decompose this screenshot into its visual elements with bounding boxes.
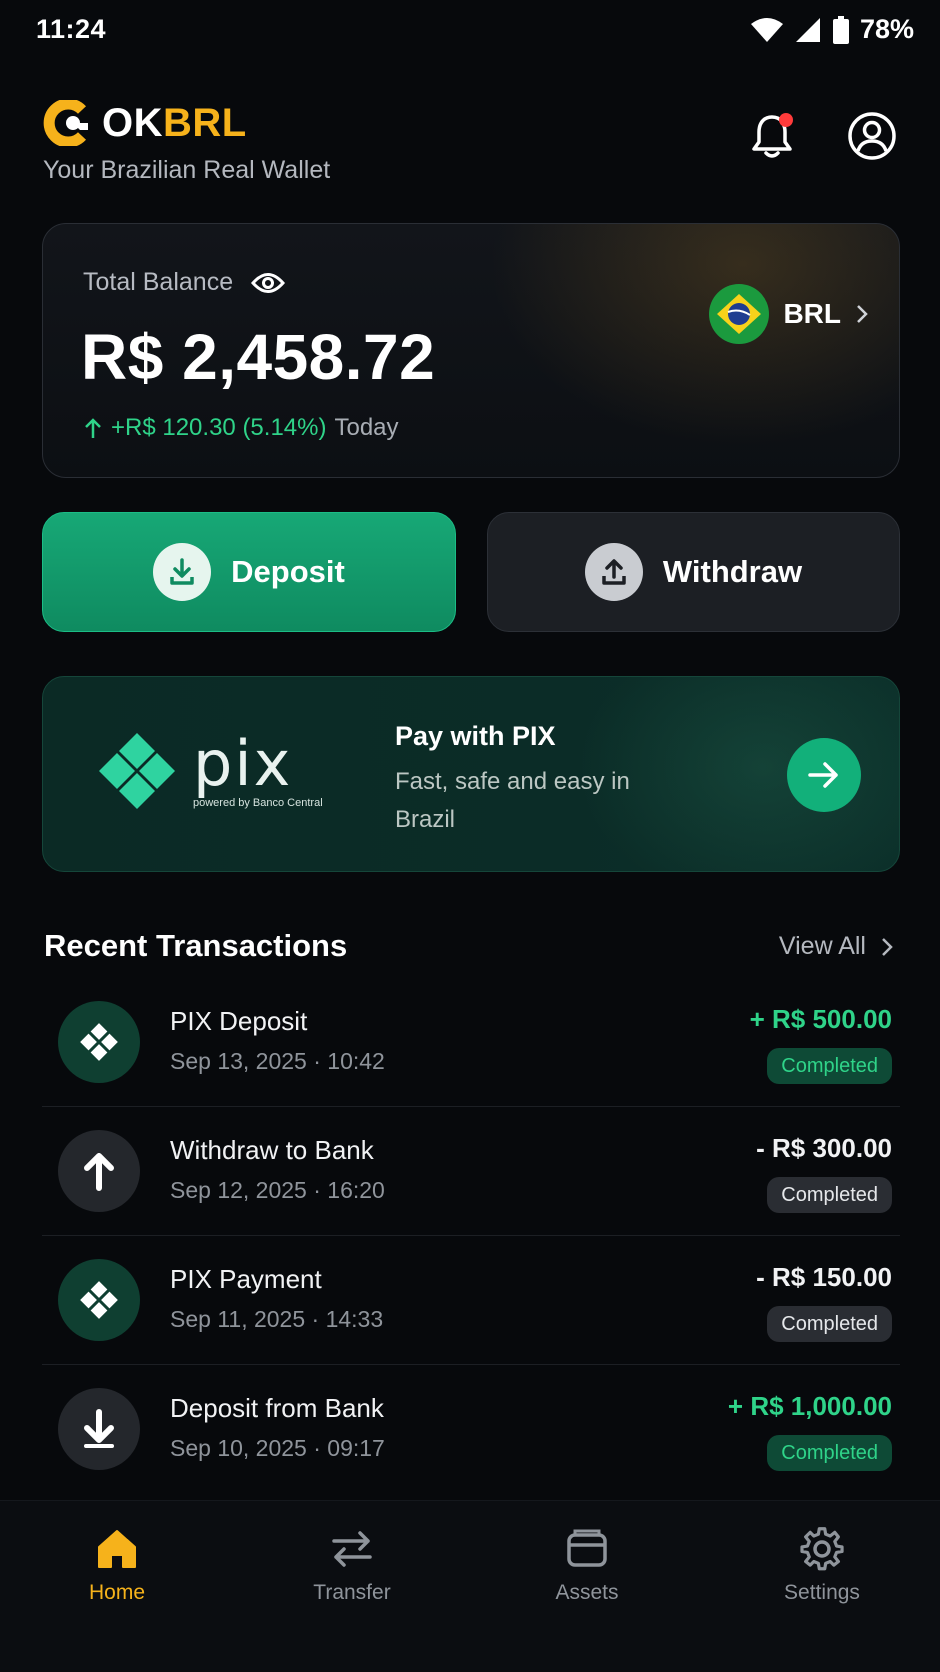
status-time: 11:24 <box>36 14 107 44</box>
brand-name-part2: BRL <box>163 100 247 145</box>
view-all-link[interactable]: View All <box>779 932 894 961</box>
arrow-right-icon <box>808 762 838 788</box>
transaction-date: Sep 10, 2025 · 09:17 <box>170 1435 385 1461</box>
withdraw-label: Withdraw <box>662 554 803 589</box>
okbrl-logo-icon <box>43 100 88 146</box>
transaction-amount: - R$ 150.00 <box>756 1262 892 1292</box>
pix-description: Fast, safe and easy in Brazil <box>395 768 630 833</box>
home-icon <box>98 1530 136 1568</box>
balance-amount: R$ 2,458.72 <box>81 321 436 393</box>
view-all-label: View All <box>778 932 866 960</box>
nav-transfer[interactable]: Transfer <box>272 1527 432 1605</box>
status-badge: Completed <box>767 1306 892 1342</box>
pix-word: pix <box>193 727 293 800</box>
pix-wordmark: pix powered by Banco Central <box>193 727 323 810</box>
user-circle-icon <box>848 112 896 160</box>
balance-change: +R$ 120.30 (5.14%) Today <box>83 414 399 442</box>
nav-transfer-label: Transfer <box>313 1581 391 1604</box>
wifi-icon <box>750 17 783 42</box>
tagline: Your Brazilian Real Wallet <box>43 156 331 184</box>
status-badge: Completed <box>767 1435 892 1471</box>
balance-label: Total Balance <box>83 268 234 296</box>
pix-logo: pix powered by Banco Central <box>95 729 323 813</box>
nav-home[interactable]: Home <box>37 1527 197 1605</box>
bell-icon <box>752 113 793 158</box>
balance-label-row: Total Balance <box>83 268 286 297</box>
eye-icon[interactable] <box>251 272 286 294</box>
balance-change-amount: +R$ 120.30 (5.14%) <box>111 414 327 441</box>
pix-powered-by: powered by Banco Central <box>193 797 323 809</box>
deposit-icon <box>153 543 212 601</box>
balance-change-period: Today <box>334 414 399 441</box>
pix-banner[interactable]: pix powered by Banco Central Pay with PI… <box>42 676 900 872</box>
wallet-icon <box>567 1529 607 1567</box>
withdraw-icon <box>584 543 643 601</box>
pix-icon <box>99 733 175 809</box>
status-indicators: 78% <box>750 14 914 45</box>
status-badge: Completed <box>767 1177 892 1213</box>
brazil-flag-icon <box>709 284 770 344</box>
transaction-amount: - R$ 300.00 <box>756 1133 892 1163</box>
transaction-title: PIX Payment <box>170 1264 322 1294</box>
transaction-row[interactable]: PIX Payment Sep 11, 2025 · 14:33 - R$ 15… <box>42 1236 900 1365</box>
transaction-title: PIX Deposit <box>170 1006 308 1036</box>
notifications-button[interactable] <box>744 108 800 164</box>
transaction-row[interactable]: PIX Deposit Sep 13, 2025 · 10:42 + R$ 50… <box>42 978 900 1107</box>
transaction-amount: + R$ 500.00 <box>749 1004 892 1034</box>
brand-name: OKBRL <box>102 101 247 146</box>
nav-assets-label: Assets <box>555 1581 619 1604</box>
currency-selector[interactable]: BRL <box>709 284 869 344</box>
status-badge: Completed <box>767 1048 892 1084</box>
deposit-label: Deposit <box>231 554 345 589</box>
currency-code: BRL <box>783 298 841 329</box>
pix-icon <box>58 1001 140 1083</box>
arrow-up-icon <box>85 418 101 438</box>
transaction-title: Deposit from Bank <box>170 1393 384 1423</box>
pix-title: Pay with PIX <box>395 721 556 751</box>
bottom-nav: Home Transfer Assets Settings <box>0 1500 940 1672</box>
chevron-right-icon <box>882 937 893 956</box>
brand-name-part1: OK <box>102 100 163 145</box>
nav-home-label: Home <box>88 1581 146 1604</box>
transfer-icon <box>332 1531 372 1567</box>
deposit-button[interactable]: Deposit <box>42 512 456 632</box>
nav-settings-label: Settings <box>784 1581 860 1604</box>
brand-logo: OKBRL <box>42 100 247 146</box>
arrow-up-icon <box>58 1130 140 1212</box>
profile-button[interactable] <box>844 108 900 164</box>
transaction-row[interactable]: Withdraw to Bank Sep 12, 2025 · 16:20 - … <box>42 1107 900 1236</box>
battery-percent: 78% <box>859 14 914 44</box>
transaction-title: Withdraw to Bank <box>170 1135 374 1165</box>
recent-transactions-title: Recent Transactions <box>44 928 348 963</box>
battery-icon <box>832 15 849 44</box>
arrow-down-icon <box>58 1388 140 1470</box>
chevron-right-icon <box>857 305 868 323</box>
nav-assets[interactable]: Assets <box>507 1527 667 1605</box>
transaction-date: Sep 13, 2025 · 10:42 <box>170 1048 385 1074</box>
withdraw-button[interactable]: Withdraw <box>487 512 900 632</box>
cell-signal-icon <box>795 17 820 42</box>
transaction-date: Sep 11, 2025 · 14:33 <box>170 1306 384 1332</box>
transaction-amount: + R$ 1,000.00 <box>727 1391 892 1421</box>
nav-settings[interactable]: Settings <box>742 1527 902 1605</box>
pix-icon <box>58 1259 140 1341</box>
balance-card: Total Balance R$ 2,458.72 +R$ 120.30 (5.… <box>42 223 900 478</box>
transaction-date: Sep 12, 2025 · 16:20 <box>170 1177 385 1203</box>
gear-icon <box>800 1527 844 1571</box>
transaction-row[interactable]: Deposit from Bank Sep 10, 2025 · 09:17 +… <box>42 1365 900 1494</box>
pix-go-button[interactable] <box>787 738 861 812</box>
